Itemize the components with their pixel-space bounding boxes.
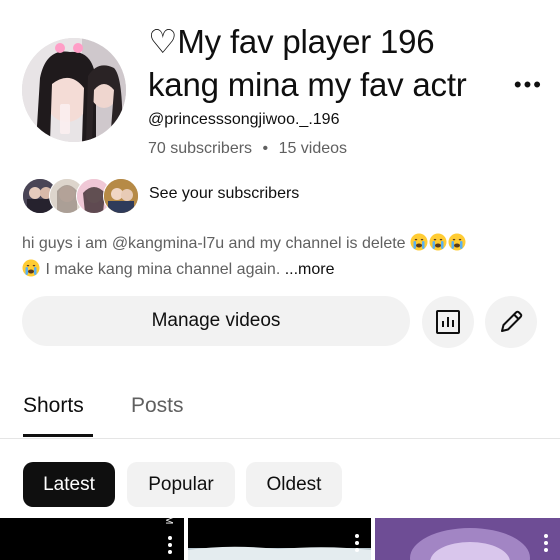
analytics-icon	[436, 310, 460, 334]
crying-face-icon	[448, 233, 466, 251]
crying-face-icon	[429, 233, 447, 251]
channel-title-line2: kang mina my fav actr •••	[148, 63, 543, 106]
stats-separator: •	[262, 140, 269, 157]
subscriber-count: 70 subscribers	[148, 140, 253, 157]
title-ellipsis: •••	[513, 72, 543, 97]
crying-face-icon	[410, 233, 428, 251]
thumbnail-side-text: M	[163, 518, 174, 525]
pencil-icon	[501, 310, 523, 332]
short-thumbnail[interactable]	[188, 518, 371, 560]
channel-title-line2-text: kang mina my fav actr	[148, 66, 467, 103]
more-options-icon[interactable]	[168, 536, 172, 554]
short-thumbnail[interactable]: M	[0, 518, 184, 560]
description-more-link[interactable]: ...more	[285, 261, 335, 278]
subscribers-row[interactable]	[22, 178, 140, 214]
thumbnail-image	[375, 518, 560, 560]
more-options-icon[interactable]	[355, 534, 359, 552]
filter-chip-oldest[interactable]: Oldest	[246, 462, 342, 507]
description-text-2: I make kang mina channel again.	[45, 261, 281, 278]
edit-channel-button[interactable]	[485, 296, 537, 348]
video-count: 15 videos	[278, 140, 348, 157]
avatar-photo	[22, 38, 126, 142]
tab-posts[interactable]: Posts	[131, 394, 184, 418]
filter-chip-latest[interactable]: Latest	[23, 462, 115, 507]
manage-videos-button[interactable]: Manage videos	[22, 296, 410, 346]
channel-handle: @princesssongjiwoo._.196	[148, 111, 340, 128]
tab-shorts[interactable]: Shorts	[23, 394, 84, 418]
see-subscribers-link[interactable]: See your subscribers	[149, 185, 299, 203]
analytics-button[interactable]	[422, 296, 474, 348]
channel-stats: 70 subscribers • 15 videos	[148, 140, 347, 158]
channel-description[interactable]: hi guys i am @kangmina-l7u and my channe…	[22, 231, 542, 283]
channel-tabs: Shorts Posts	[0, 380, 560, 439]
description-text-1: hi guys i am @kangmina-l7u and my channe…	[22, 235, 406, 252]
channel-title-line1: ♡My fav player 196	[148, 23, 435, 60]
thumbnail-image	[188, 518, 371, 560]
active-tab-indicator	[23, 434, 93, 437]
more-options-icon[interactable]	[544, 534, 548, 552]
filter-chip-popular[interactable]: Popular	[127, 462, 235, 507]
short-thumbnail[interactable]	[375, 518, 560, 560]
channel-avatar[interactable]	[22, 38, 126, 142]
channel-title: ♡My fav player 196 kang mina my fav actr…	[148, 20, 543, 106]
subscriber-avatar	[103, 178, 139, 214]
subscriber-avatars	[22, 178, 140, 214]
crying-face-icon	[22, 259, 40, 277]
